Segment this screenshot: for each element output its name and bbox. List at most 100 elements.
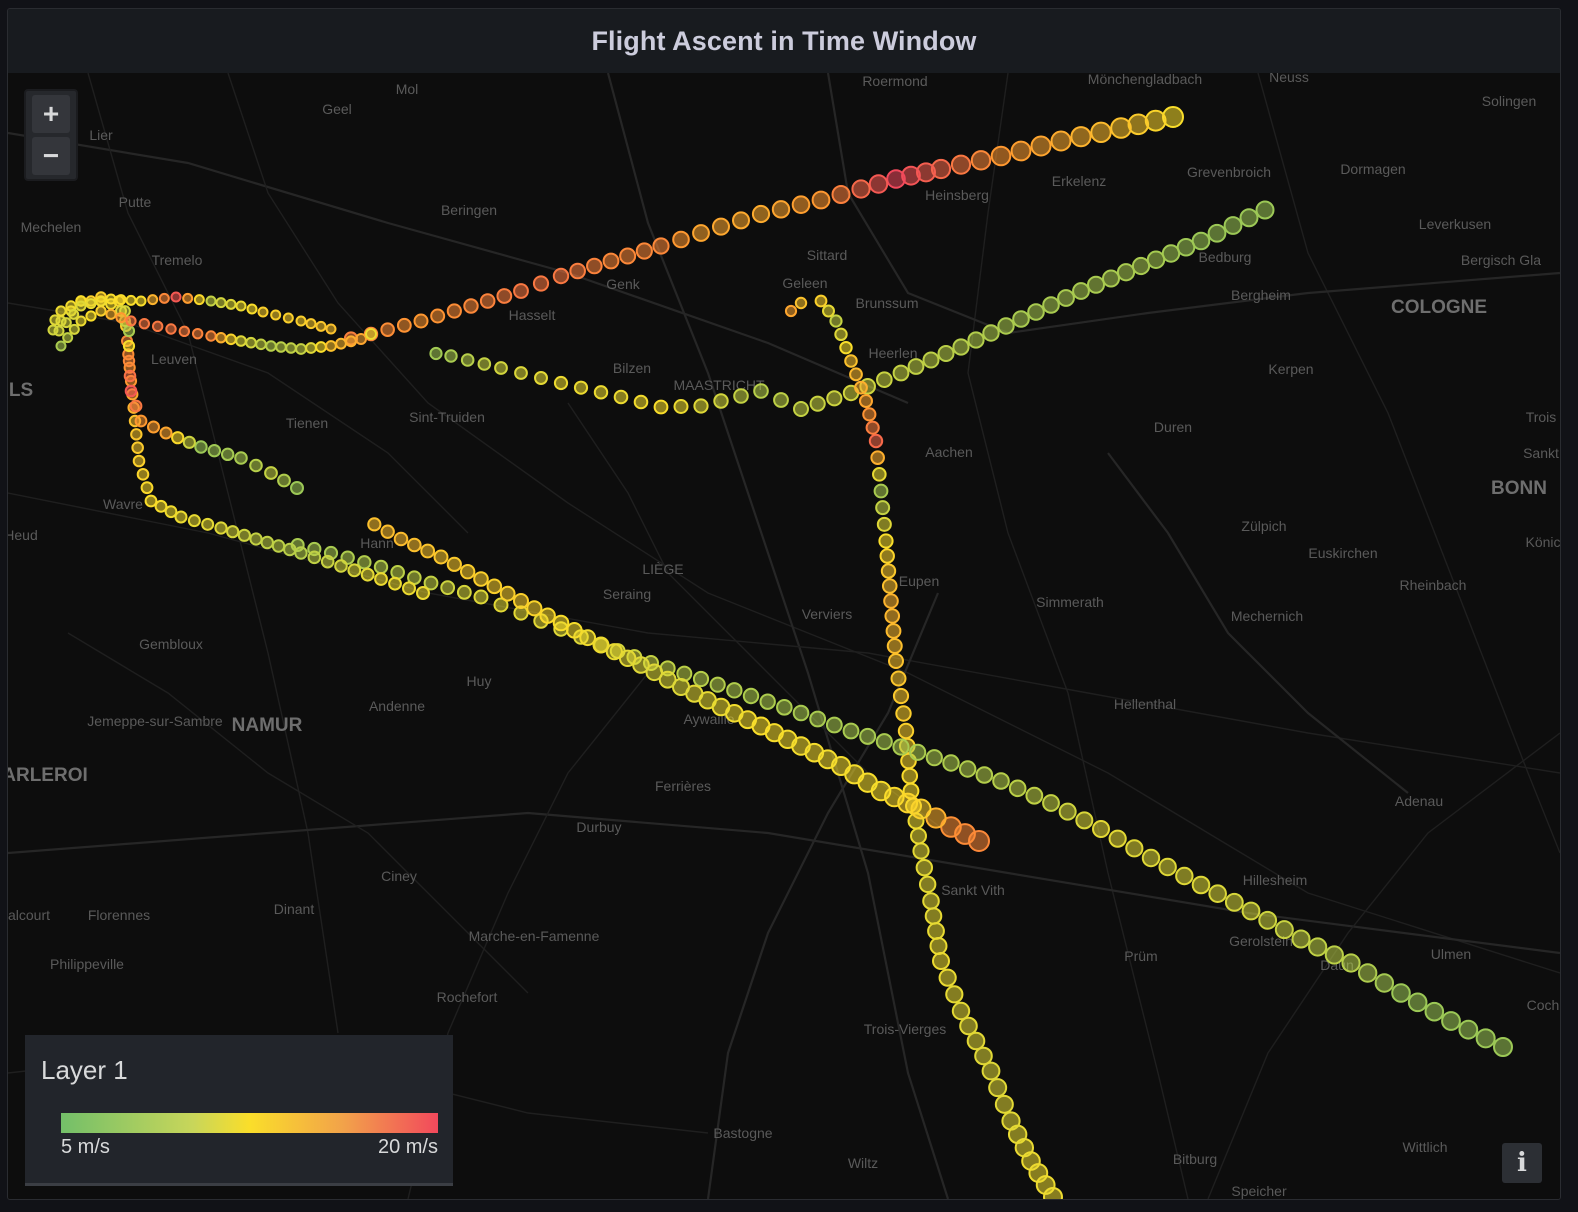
flight-point-marker[interactable]	[182, 292, 194, 304]
flight-point-marker[interactable]	[440, 580, 456, 596]
flight-point-marker[interactable]	[922, 351, 940, 369]
flight-point-marker[interactable]	[62, 332, 74, 344]
flight-point-marker[interactable]	[270, 309, 282, 321]
flight-point-marker[interactable]	[140, 481, 154, 495]
flight-point-marker[interactable]	[226, 525, 240, 539]
flight-point-marker[interactable]	[122, 324, 136, 338]
flight-point-marker[interactable]	[915, 858, 934, 877]
flight-point-marker[interactable]	[892, 687, 910, 705]
flight-point-marker[interactable]	[839, 340, 853, 355]
flight-point-marker[interactable]	[859, 727, 877, 745]
flight-point-marker[interactable]	[553, 375, 569, 391]
flight-point-marker[interactable]	[264, 466, 278, 480]
flight-point-marker[interactable]	[136, 468, 150, 481]
flight-point-marker[interactable]	[131, 441, 144, 454]
flight-point-marker[interactable]	[811, 190, 831, 210]
flight-point-marker[interactable]	[1441, 1011, 1461, 1031]
flight-point-marker[interactable]	[876, 371, 893, 388]
flight-point-marker[interactable]	[1208, 884, 1227, 903]
flight-point-marker[interactable]	[602, 252, 620, 270]
flight-point-marker[interactable]	[1241, 901, 1261, 921]
flight-point-marker[interactable]	[945, 985, 964, 1004]
flight-point-marker[interactable]	[154, 499, 168, 513]
flight-point-marker[interactable]	[255, 338, 267, 351]
flight-point-marker[interactable]	[446, 556, 462, 572]
flight-point-marker[interactable]	[1010, 140, 1032, 162]
flight-point-marker[interactable]	[742, 687, 760, 705]
flight-point-marker[interactable]	[85, 298, 97, 310]
flight-point-marker[interactable]	[952, 338, 970, 356]
flight-point-marker[interactable]	[129, 399, 143, 413]
flight-point-marker[interactable]	[975, 766, 994, 784]
flight-point-marker[interactable]	[794, 296, 808, 310]
flight-point-marker[interactable]	[290, 481, 304, 495]
flight-point-marker[interactable]	[1058, 802, 1077, 821]
flight-point-marker[interactable]	[974, 1046, 993, 1066]
flight-point-marker[interactable]	[1291, 929, 1311, 949]
flight-point-marker[interactable]	[593, 385, 609, 400]
flight-point-marker[interactable]	[49, 314, 61, 326]
flight-point-marker[interactable]	[1475, 1028, 1496, 1049]
flight-point-marker[interactable]	[992, 772, 1010, 790]
flight-point-marker[interactable]	[892, 738, 910, 756]
flight-point-marker[interactable]	[1324, 945, 1344, 965]
flight-point-marker[interactable]	[1176, 237, 1196, 257]
flight-point-marker[interactable]	[1374, 973, 1395, 993]
flight-point-marker[interactable]	[182, 435, 196, 449]
flight-point-marker[interactable]	[1341, 953, 1361, 973]
flight-point-marker[interactable]	[901, 767, 919, 785]
flight-point-marker[interactable]	[365, 328, 377, 340]
flight-point-marker[interactable]	[151, 320, 164, 333]
flight-point-marker[interactable]	[170, 291, 182, 303]
flight-point-marker[interactable]	[147, 420, 160, 434]
flight-point-marker[interactable]	[407, 537, 422, 553]
flight-point-marker[interactable]	[1175, 866, 1194, 886]
flight-point-marker[interactable]	[165, 323, 177, 335]
flight-point-marker[interactable]	[1223, 216, 1243, 235]
flight-point-marker[interactable]	[886, 169, 906, 189]
flight-point-marker[interactable]	[1493, 1037, 1513, 1057]
flight-point-marker[interactable]	[990, 145, 1012, 167]
flight-point-marker[interactable]	[872, 467, 887, 482]
flight-point-marker[interactable]	[207, 443, 222, 458]
flight-point-marker[interactable]	[1141, 848, 1161, 868]
flight-point-marker[interactable]	[1146, 250, 1166, 269]
flight-point-marker[interactable]	[672, 230, 690, 249]
flight-point-marker[interactable]	[235, 335, 247, 347]
flight-point-marker[interactable]	[1042, 794, 1060, 812]
flight-point-marker[interactable]	[844, 354, 858, 368]
flight-point-marker[interactable]	[456, 584, 472, 600]
flight-point-marker[interactable]	[966, 1031, 986, 1051]
flight-point-marker[interactable]	[822, 304, 835, 318]
flight-point-marker[interactable]	[885, 623, 902, 639]
flight-point-marker[interactable]	[854, 380, 868, 395]
flight-point-marker[interactable]	[673, 399, 689, 414]
flight-point-marker[interactable]	[713, 393, 729, 409]
flight-point-marker[interactable]	[460, 353, 475, 367]
flight-point-marker[interactable]	[776, 699, 793, 716]
flight-point-marker[interactable]	[938, 968, 957, 987]
flight-point-marker[interactable]	[1042, 296, 1060, 314]
flight-point-marker[interactable]	[1092, 820, 1110, 838]
flight-point-marker[interactable]	[526, 600, 543, 617]
flight-point-marker[interactable]	[842, 722, 860, 740]
flight-point-marker[interactable]	[579, 629, 597, 647]
flight-point-marker[interactable]	[444, 349, 458, 363]
flight-point-marker[interactable]	[880, 563, 897, 579]
flight-point-marker[interactable]	[305, 342, 317, 354]
flight-point-marker[interactable]	[1357, 963, 1378, 983]
flight-point-marker[interactable]	[193, 294, 205, 306]
flight-point-marker[interactable]	[178, 325, 191, 338]
flight-point-marker[interactable]	[115, 312, 127, 324]
flight-point-marker[interactable]	[55, 305, 67, 317]
flight-point-marker[interactable]	[1161, 244, 1181, 263]
flight-point-marker[interactable]	[413, 313, 429, 329]
flight-point-marker[interactable]	[446, 303, 462, 319]
flight-point-marker[interactable]	[215, 297, 227, 309]
flight-point-marker[interactable]	[988, 1078, 1008, 1098]
flight-point-marker[interactable]	[809, 710, 827, 728]
flight-point-marker[interactable]	[283, 542, 297, 557]
flight-point-marker[interactable]	[135, 295, 147, 307]
flight-point-marker[interactable]	[876, 516, 892, 532]
flight-point-marker[interactable]	[75, 300, 87, 312]
